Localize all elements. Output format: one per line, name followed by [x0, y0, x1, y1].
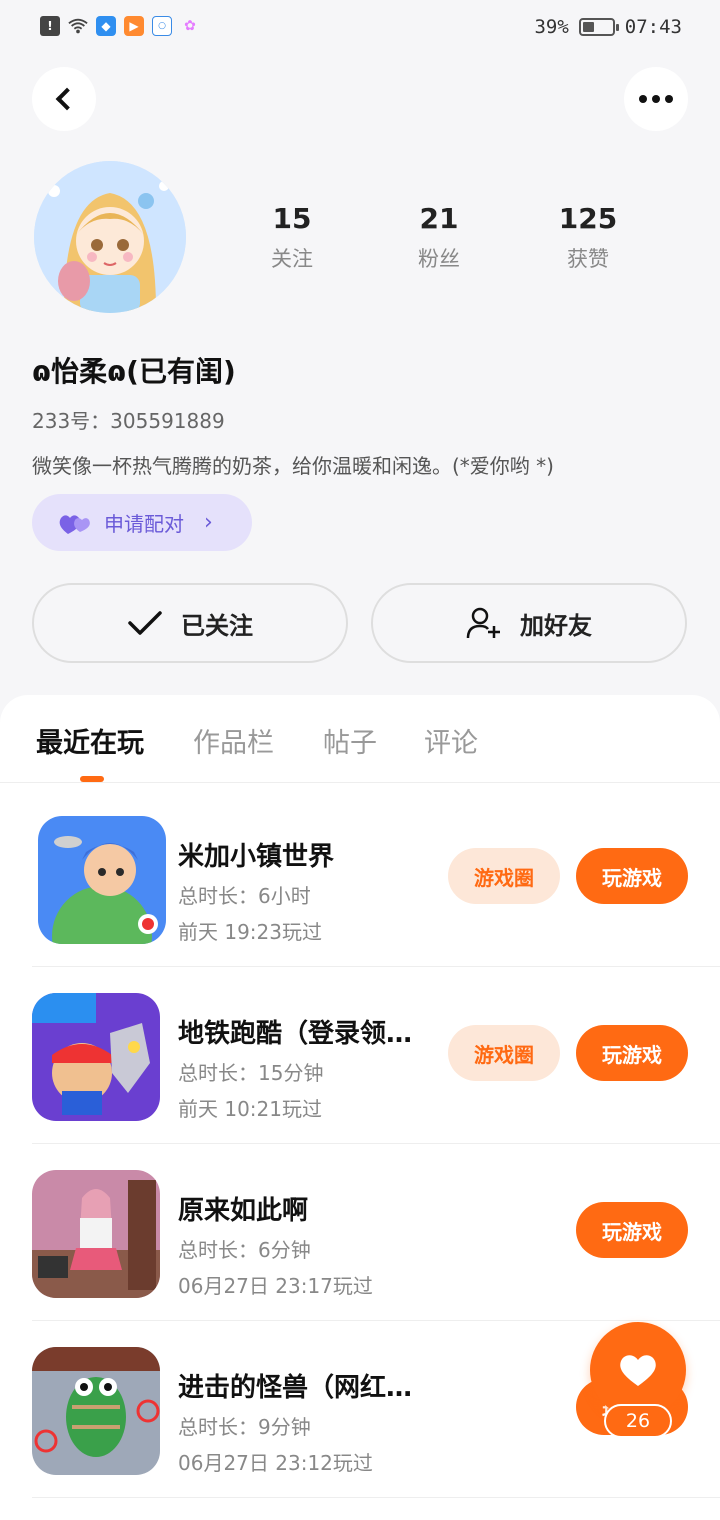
game-title: 地铁跑酷（登录领…: [178, 1019, 413, 1049]
play-game-button[interactable]: 玩游戏: [576, 1025, 688, 1081]
game-title: 米加小镇世界: [178, 842, 335, 872]
pair-request-button[interactable]: 申请配对 ›: [32, 494, 252, 551]
game-duration: 总时长：9分钟: [178, 1415, 311, 1439]
game-row[interactable]: 地铁跑酷（登录领… 总时长：15分钟 前天 10:21玩过 游戏圈 玩游戏: [32, 967, 720, 1144]
game-row[interactable]: 原来如此啊 总时长：6分钟 06月27日 23:17玩过 玩游戏: [32, 1144, 720, 1321]
play-game-button[interactable]: 玩游戏: [576, 848, 688, 904]
game-row[interactable]: 米加小镇世界 总时长：6小时 前天 19:23玩过 游戏圈 玩游戏: [32, 790, 720, 967]
video-app-icon: ▶: [124, 16, 144, 36]
tab-posts[interactable]: 帖子: [323, 721, 377, 760]
game-circle-button[interactable]: 游戏圈: [448, 1025, 560, 1081]
game-last-played: 06月27日 23:12玩过: [178, 1451, 373, 1475]
clock: 07:43: [624, 16, 682, 38]
app-notification-icon: ◆: [96, 16, 116, 36]
battery-percent: 39%: [534, 16, 569, 38]
stat-followers-count: 21: [419, 202, 459, 235]
game-circle-button[interactable]: 游戏圈: [448, 848, 560, 904]
stat-likes-label: 获赞: [567, 247, 609, 271]
stat-followers[interactable]: 21 粉丝: [379, 202, 499, 273]
avatar-illustration: [34, 161, 186, 313]
stat-following-label: 关注: [271, 247, 313, 271]
user-id: 233号：305591889: [32, 409, 225, 433]
tab-comments[interactable]: 评论: [424, 721, 478, 760]
battery-level: [582, 22, 594, 32]
back-button[interactable]: [32, 67, 96, 131]
game-icon: [38, 816, 166, 944]
game-icon: [32, 1347, 160, 1475]
status-icons: ! ◆ ▶ ○ ✿: [40, 16, 200, 36]
nickname: ɷ怡柔ɷ(已有闺): [32, 355, 236, 388]
more-options-button[interactable]: [624, 67, 688, 131]
double-heart-icon: [58, 510, 92, 536]
back-arrow-icon: [55, 87, 79, 111]
more-dots-icon: [639, 95, 673, 103]
game-title: 进击的怪兽（网红青蛙）: [178, 1373, 436, 1403]
avatar[interactable]: [34, 161, 186, 313]
flower-app-icon: ✿: [184, 18, 196, 34]
game-last-played: 06月27日 23:17玩过: [178, 1274, 373, 1298]
chevron-right-icon: ›: [204, 510, 213, 535]
game-duration: 总时长：6小时: [178, 884, 311, 908]
stat-likes[interactable]: 125 获赞: [528, 202, 648, 273]
game-duration: 总时长：6分钟: [178, 1238, 311, 1262]
game-last-played: 前天 19:23玩过: [178, 920, 322, 944]
stat-following-count: 15: [272, 202, 312, 235]
status-right: 39% 07:43: [534, 16, 682, 38]
tab-works[interactable]: 作品栏: [193, 721, 274, 760]
checkmark-icon: [128, 611, 162, 635]
pair-request-label: 申请配对: [104, 512, 184, 536]
stat-followers-label: 粉丝: [418, 247, 460, 271]
tab-bar: 最近在玩 作品栏 帖子 评论: [0, 695, 720, 783]
stat-following[interactable]: 15 关注: [232, 202, 352, 273]
following-button[interactable]: 已关注: [32, 583, 348, 663]
add-friend-button[interactable]: 加好友: [371, 583, 687, 663]
add-friend-label: 加好友: [520, 611, 592, 640]
bio: 微笑像一杯热气腾腾的奶茶，给你温暖和闲逸。(*爱你哟 *): [32, 454, 554, 478]
game-duration: 总时长：15分钟: [178, 1061, 324, 1085]
play-game-button[interactable]: 玩游戏: [576, 1202, 688, 1258]
game-icon: [32, 1170, 160, 1298]
following-label: 已关注: [181, 611, 253, 640]
add-user-icon: [466, 607, 500, 639]
game-last-played: 前天 10:21玩过: [178, 1097, 322, 1121]
game-title: 原来如此啊: [178, 1196, 309, 1226]
security-app-icon: ○: [152, 16, 172, 36]
wifi-icon: [68, 16, 88, 36]
tab-recently-played[interactable]: 最近在玩: [36, 721, 144, 760]
battery-icon: [578, 18, 619, 36]
heart-icon: [620, 1355, 656, 1386]
like-count: 26: [604, 1404, 672, 1438]
alert-icon: !: [40, 16, 60, 36]
game-icon: [32, 993, 160, 1121]
tab-indicator: [80, 776, 104, 782]
status-bar: ! ◆ ▶ ○ ✿ 39% 07:43: [0, 0, 720, 56]
stat-likes-count: 125: [558, 202, 618, 235]
